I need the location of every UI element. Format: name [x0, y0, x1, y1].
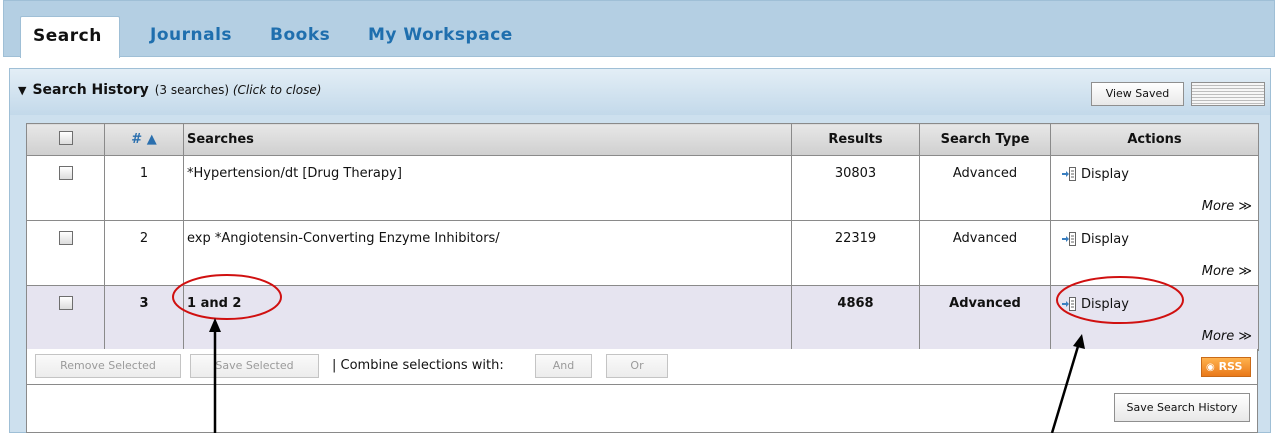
- results-header: Results: [791, 123, 920, 156]
- row-checkbox-cell: [26, 220, 105, 286]
- display-icon: [1062, 167, 1076, 181]
- display-label: Display: [1081, 296, 1129, 312]
- save-selected-button[interactable]: Save Selected: [190, 354, 319, 378]
- searches-header: Searches: [183, 123, 792, 156]
- search-history-table: # ▲ Searches Results Search Type Actions…: [26, 123, 1259, 351]
- search-count: (3 searches): [154, 83, 230, 97]
- search-type: Advanced: [919, 220, 1051, 286]
- tab-journals[interactable]: Journals: [150, 16, 232, 58]
- row-checkbox-cell: [26, 155, 105, 221]
- results-count: 4868: [791, 285, 920, 351]
- display-icon: [1062, 232, 1076, 246]
- view-saved-button[interactable]: View Saved: [1091, 82, 1184, 106]
- row-number: 2: [104, 220, 184, 286]
- row-number: 3: [104, 285, 184, 351]
- list-view-icon[interactable]: [1191, 82, 1265, 106]
- search-query: *Hypertension/dt [Drug Therapy]: [183, 155, 792, 221]
- actions-header: Actions: [1050, 123, 1259, 156]
- collapse-arrow-icon: ▼: [18, 84, 27, 97]
- select-all-cell: [26, 123, 105, 156]
- table-row: 3 1 and 2 4868 Advanced Display More ≫: [26, 285, 1259, 351]
- row-checkbox[interactable]: [58, 231, 73, 245]
- rss-icon[interactable]: ◉ RSS: [1201, 357, 1251, 377]
- display-label: Display: [1081, 166, 1129, 182]
- save-search-history-button[interactable]: Save Search History: [1114, 393, 1250, 422]
- display-icon: [1062, 297, 1076, 311]
- display-label: Display: [1081, 231, 1129, 247]
- tab-my-workspace[interactable]: My Workspace: [368, 16, 513, 58]
- display-link[interactable]: Display: [1061, 297, 1129, 312]
- more-link[interactable]: More ≫: [1202, 329, 1252, 344]
- search-history-panel: ▼ Search History (3 searches) (Click to cl…: [9, 68, 1271, 433]
- tab-search[interactable]: Search: [20, 16, 120, 58]
- actions-cell: Display More ≫: [1050, 285, 1259, 351]
- display-link[interactable]: Display: [1061, 167, 1129, 182]
- remove-selected-button[interactable]: Remove Selected: [35, 354, 181, 378]
- and-button[interactable]: And: [535, 354, 592, 378]
- results-count: 22319: [791, 220, 920, 286]
- actions-cell: Display More ≫: [1050, 155, 1259, 221]
- search-type-header: Search Type: [919, 123, 1051, 156]
- results-count: 30803: [791, 155, 920, 221]
- search-type: Advanced: [919, 285, 1051, 351]
- row-checkbox[interactable]: [58, 166, 73, 180]
- rss-feed-glyph: ◉: [1206, 362, 1215, 373]
- table-header-row: # ▲ Searches Results Search Type Actions: [26, 123, 1259, 156]
- table-actions-bar: Remove Selected Save Selected | Combine …: [26, 349, 1258, 385]
- tab-books[interactable]: Books: [270, 16, 330, 58]
- or-button[interactable]: Or: [606, 354, 668, 378]
- top-tab-bar: Search Journals Books My Workspace: [3, 0, 1275, 58]
- sort-number-header[interactable]: # ▲: [104, 123, 184, 156]
- close-hint: (Click to close): [232, 83, 322, 97]
- combine-label: | Combine selections with:: [332, 358, 504, 373]
- table-row: 2 exp *Angiotensin-Converting Enzyme Inh…: [26, 220, 1259, 286]
- search-history-title[interactable]: ▼ Search History (3 searches) (Click to cl…: [18, 82, 321, 98]
- select-all-checkbox[interactable]: [58, 130, 73, 145]
- more-link[interactable]: More ≫: [1202, 264, 1252, 279]
- more-link[interactable]: More ≫: [1202, 199, 1252, 214]
- display-link[interactable]: Display: [1061, 232, 1129, 247]
- row-checkbox[interactable]: [58, 296, 73, 310]
- save-history-bar: Save Search History: [26, 385, 1258, 433]
- search-query: 1 and 2: [183, 285, 792, 351]
- search-history-header[interactable]: ▼ Search History (3 searches) (Click to cl…: [10, 69, 1270, 115]
- search-type: Advanced: [919, 155, 1051, 221]
- search-history-title-text: Search History: [32, 82, 149, 98]
- rss-label: RSS: [1218, 360, 1243, 373]
- table-row: 1 *Hypertension/dt [Drug Therapy] 30803 …: [26, 155, 1259, 221]
- row-checkbox-cell: [26, 285, 105, 351]
- row-number: 1: [104, 155, 184, 221]
- actions-cell: Display More ≫: [1050, 220, 1259, 286]
- search-query: exp *Angiotensin-Converting Enzyme Inhib…: [183, 220, 792, 286]
